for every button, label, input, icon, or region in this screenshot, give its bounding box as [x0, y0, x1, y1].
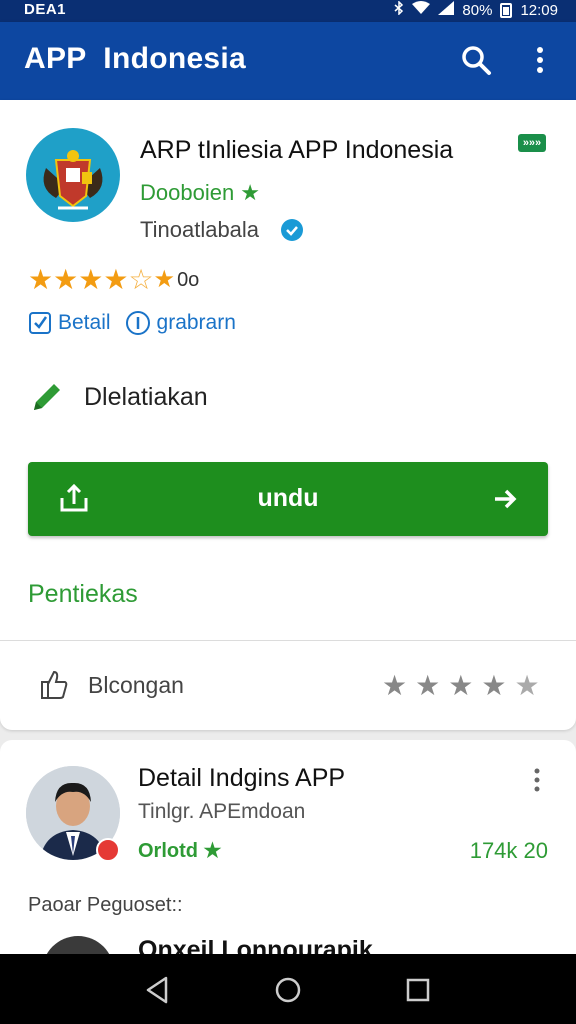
rate-stars[interactable]: ★ ★ ★ ★ ★	[382, 672, 540, 700]
more-vert-icon[interactable]	[530, 766, 544, 794]
recents-icon[interactable]	[400, 972, 436, 1008]
pencil-icon	[34, 384, 60, 410]
info-link-label: grabrarn	[156, 311, 236, 334]
edit-row[interactable]: Dlelatiakan	[30, 380, 208, 414]
app-name: ARP tInliesia APP Indonesia	[140, 136, 454, 164]
detail-link[interactable]: Betail	[28, 311, 111, 335]
signal-icon	[438, 1, 455, 19]
thumbs-up-icon	[41, 670, 68, 699]
category-label: Tinoatlabala	[140, 217, 260, 242]
info-link[interactable]: grabrarn	[125, 310, 236, 336]
info-icon	[125, 311, 150, 335]
item-title: Detail Indgins APP	[138, 764, 346, 792]
rating-count: 0o	[177, 268, 200, 291]
download-label: undu	[257, 484, 319, 512]
avatar-badge	[96, 838, 120, 862]
star-icon: ★	[78, 264, 104, 295]
search-button[interactable]	[458, 42, 494, 78]
carrier-label: DEA1	[24, 1, 67, 18]
status-bar: DEA1 80% 12:09	[0, 0, 576, 22]
detail-link-label: Betail	[58, 311, 111, 334]
battery-percent: 80%	[462, 1, 493, 19]
app-bar-title: APP Indonesia	[24, 42, 247, 75]
app-badge: »»»	[518, 134, 546, 152]
verified-icon	[281, 219, 303, 241]
star-icon: ★	[28, 264, 54, 295]
edit-label: Dlelatiakan	[84, 382, 208, 411]
review-row[interactable]: Blcongan	[36, 668, 184, 702]
garuda-emblem-icon	[43, 150, 103, 210]
app-logo	[26, 128, 120, 222]
bluetooth-icon	[394, 0, 404, 19]
section-title[interactable]: Pentiekas	[28, 580, 138, 609]
star-icon[interactable]: ★	[481, 672, 506, 700]
star-icon[interactable]: ★	[448, 672, 473, 700]
item-subtitle: Tinlgr. APEmdoan	[138, 800, 306, 823]
star-icon[interactable]: ★	[382, 672, 407, 700]
app-links: Betail grabrarn	[28, 310, 236, 336]
back-icon[interactable]	[140, 972, 176, 1008]
clock: 12:09	[520, 1, 558, 19]
item-count: 174k 20	[469, 838, 548, 863]
search-icon	[462, 46, 491, 75]
divider	[0, 640, 576, 641]
star-icon: ★	[103, 264, 129, 295]
arrow-right-icon	[495, 489, 517, 509]
rating-stars: ★ ★ ★ ★ ☆ ★ 0o	[28, 266, 199, 294]
item-developer: Orlotd ★	[138, 840, 222, 862]
more-vert-icon	[537, 47, 543, 73]
more-options-button[interactable]	[524, 42, 556, 78]
system-nav-bar	[0, 954, 576, 1024]
download-button[interactable]: undu	[28, 462, 548, 536]
list-item-card[interactable]: Detail Indgins APP Tinlgr. APEmdoan Orlo…	[0, 740, 576, 1008]
battery-icon	[500, 2, 513, 18]
status-icons: 80% 12:09	[394, 0, 558, 19]
star-half-icon: ☆	[128, 264, 154, 295]
star-icon: ★	[153, 266, 176, 293]
wifi-icon	[412, 1, 431, 19]
checkbox-icon	[29, 312, 51, 334]
app-detail-card: ARP tInliesia APP Indonesia »»» Dooboien…	[0, 100, 576, 730]
review-label: Blcongan	[88, 671, 184, 698]
star-icon[interactable]: ★	[514, 672, 539, 700]
item-footer: Paoar Peguoset::	[28, 894, 183, 916]
star-icon: ★	[53, 264, 79, 295]
home-icon[interactable]	[270, 972, 306, 1008]
star-icon[interactable]: ★	[415, 672, 440, 700]
app-bar: APP Indonesia	[0, 22, 576, 100]
developer-link[interactable]: Dooboien ★	[140, 180, 260, 206]
